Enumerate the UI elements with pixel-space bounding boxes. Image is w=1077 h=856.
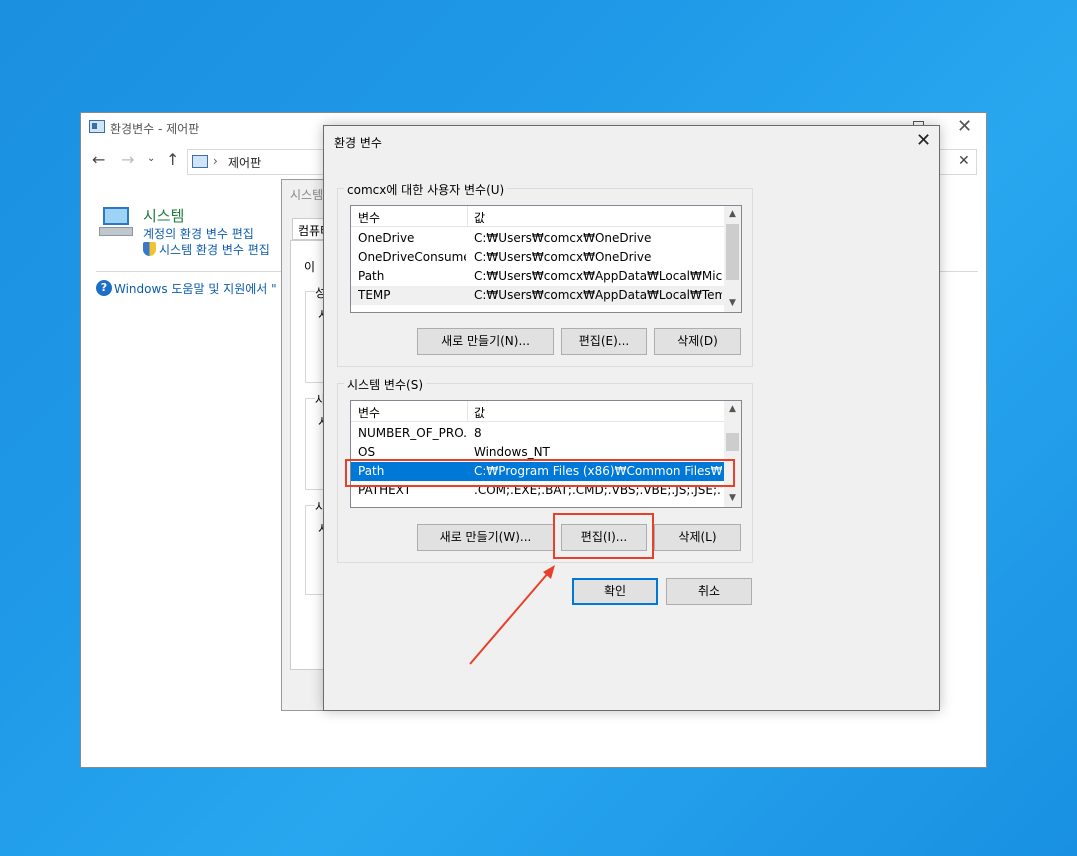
variable-value: C:₩Users₩comcx₩OneDrive <box>474 231 652 245</box>
help-link[interactable]: Windows 도움말 및 지원에서 " <box>114 280 277 297</box>
help-icon: ? <box>96 280 112 296</box>
system-heading-link[interactable]: 시스템 <box>143 205 184 226</box>
user-variables-list[interactable]: 변수 값 OneDrive C:₩Users₩comcx₩OneDrive On… <box>350 205 742 313</box>
variable-name: OneDriveConsumer <box>358 250 466 264</box>
variable-name: NUMBER_OF_PRO... <box>358 426 466 440</box>
chevron-right-icon[interactable]: › <box>213 154 218 168</box>
user-new-button[interactable]: 새로 만들기(N)... <box>417 328 554 355</box>
edit-system-env-link[interactable]: 시스템 환경 변수 편집 <box>159 241 270 258</box>
system-delete-button[interactable]: 삭제(L) <box>654 524 741 551</box>
variable-value: 8 <box>474 426 482 440</box>
list-item[interactable]: TEMP C:₩Users₩comcx₩AppData₩Local₩Temp <box>351 286 724 305</box>
clear-search-icon[interactable]: ✕ <box>958 153 970 169</box>
user-variables-group: comcx에 대한 사용자 변수(U) 변수 값 OneDrive C:₩Use… <box>337 181 753 367</box>
scroll-up-icon[interactable]: ▲ <box>724 401 741 418</box>
list-item[interactable]: OneDrive C:₩Users₩comcx₩OneDrive <box>351 229 724 248</box>
column-header-variable[interactable]: 변수 <box>358 404 380 421</box>
scroll-down-icon[interactable]: ▼ <box>724 490 741 507</box>
environment-variables-dialog: 환경 변수 ✕ comcx에 대한 사용자 변수(U) 변수 값 OneDriv… <box>323 125 940 711</box>
computer-icon <box>99 207 133 237</box>
user-edit-button[interactable]: 편집(E)... <box>561 328 647 355</box>
forward-arrow-icon[interactable]: → <box>121 150 134 169</box>
edit-account-env-link[interactable]: 계정의 환경 변수 편집 <box>143 225 254 242</box>
close-icon[interactable]: ✕ <box>957 116 972 137</box>
variable-value: C:₩Users₩comcx₩AppData₩Local₩Temp <box>474 288 722 302</box>
variable-value: C:₩Users₩comcx₩AppData₩Local₩Micros... <box>474 269 722 283</box>
column-header-variable[interactable]: 변수 <box>358 209 380 226</box>
dialog-title: 환경 변수 <box>334 136 382 150</box>
vertical-scrollbar[interactable]: ▲ ▼ <box>724 206 741 312</box>
list-item[interactable]: OneDriveConsumer C:₩Users₩comcx₩OneDrive <box>351 248 724 267</box>
uac-shield-icon <box>143 242 156 256</box>
control-panel-icon <box>89 120 105 133</box>
variable-name: OS <box>358 445 376 459</box>
panel-text: 이 <box>304 260 316 274</box>
highlight-edit-button <box>553 513 654 559</box>
list-item[interactable]: Path C:₩Users₩comcx₩AppData₩Local₩Micros… <box>351 267 724 286</box>
column-header-value[interactable]: 값 <box>474 209 485 226</box>
window-title: 시스템 <box>290 188 324 202</box>
vertical-scrollbar[interactable]: ▲ ▼ <box>724 401 741 507</box>
scrollbar-thumb[interactable] <box>726 224 739 280</box>
list-header: 변수 값 <box>351 401 724 422</box>
variable-name: OneDrive <box>358 231 415 245</box>
window-title: 환경변수 - 제어판 <box>110 122 200 136</box>
scrollbar-thumb[interactable] <box>726 433 739 451</box>
variable-value: C:₩Users₩comcx₩OneDrive <box>474 250 652 264</box>
system-variables-label: 시스템 변수(S) <box>344 376 426 393</box>
breadcrumb[interactable]: 제어판 <box>228 154 261 171</box>
annotation-arrow <box>469 565 555 665</box>
ok-button[interactable]: 확인 <box>572 578 658 605</box>
list-header: 변수 값 <box>351 206 724 227</box>
system-new-button[interactable]: 새로 만들기(W)... <box>417 524 554 551</box>
variable-name: TEMP <box>358 288 391 302</box>
chevron-down-icon[interactable]: ⌄ <box>147 153 155 164</box>
variable-name: Path <box>358 269 385 283</box>
user-variables-label: comcx에 대한 사용자 변수(U) <box>344 181 508 198</box>
cancel-button[interactable]: 취소 <box>666 578 752 605</box>
back-arrow-icon[interactable]: ← <box>92 150 105 169</box>
up-arrow-icon[interactable]: ↑ <box>166 150 179 169</box>
column-header-value[interactable]: 값 <box>474 404 485 421</box>
list-item[interactable]: NUMBER_OF_PRO... 8 <box>351 424 724 443</box>
user-delete-button[interactable]: 삭제(D) <box>654 328 741 355</box>
scroll-down-icon[interactable]: ▼ <box>724 295 741 312</box>
variable-value: Windows_NT <box>474 445 550 459</box>
system-variables-list[interactable]: 변수 값 NUMBER_OF_PRO... 8 OS Windows_NT Pa… <box>350 400 742 508</box>
highlight-path-row <box>345 459 735 487</box>
close-icon[interactable]: ✕ <box>916 130 931 151</box>
control-panel-icon <box>192 155 208 168</box>
scroll-up-icon[interactable]: ▲ <box>724 206 741 223</box>
